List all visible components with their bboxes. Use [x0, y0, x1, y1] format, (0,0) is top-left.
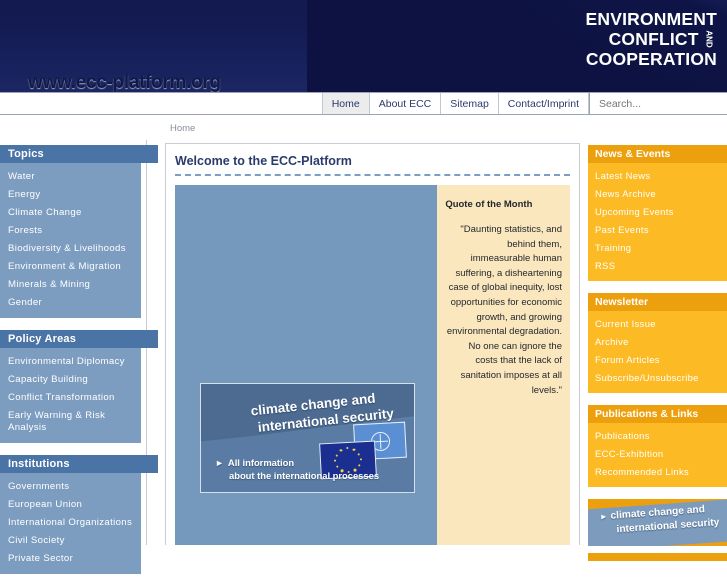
brand-line-environment: ENVIRONMENT: [585, 9, 717, 29]
sidebar-item-subscribe-unsubscribe[interactable]: Subscribe/Unsubscribe: [588, 369, 727, 387]
quote-text: "Daunting statistics, and behind them, i…: [446, 224, 562, 396]
sidebar-item-international-organizations[interactable]: International Organizations: [0, 514, 141, 532]
sidebar-block-news-events: News & Events Latest News News Archive U…: [588, 145, 727, 281]
sidebar-heading-news-events: News & Events: [588, 145, 727, 163]
sidebar-item-water[interactable]: Water: [0, 168, 141, 186]
sidebar-list-topics: Water Energy Climate Change Forests Biod…: [0, 163, 141, 318]
sidebar-heading-topics: Topics: [0, 145, 158, 163]
sidebar-promo-strip-next[interactable]: [588, 553, 727, 561]
right-sidebar: News & Events Latest News News Archive U…: [588, 145, 727, 561]
sidebar-item-news-archive[interactable]: News Archive: [588, 185, 727, 203]
nav-item-about-ecc[interactable]: About ECC: [369, 93, 442, 114]
page-title: Welcome to the ECC-Platform: [175, 154, 352, 168]
sidebar-block-institutions: Institutions Governments European Union …: [0, 455, 160, 574]
sidebar-block-publications-links: Publications & Links Publications ECC-Ex…: [588, 405, 727, 487]
sidebar-list-news-events: Latest News News Archive Upcoming Events…: [588, 163, 727, 281]
left-sidebar: Topics Water Energy Climate Change Fores…: [0, 145, 160, 586]
sidebar-item-gender[interactable]: Gender: [0, 294, 141, 312]
sidebar-item-environmental-diplomacy[interactable]: Environmental Diplomacy: [0, 353, 141, 371]
sidebar-item-archive[interactable]: Archive: [588, 333, 727, 351]
sidebar-heading-newsletter: Newsletter: [588, 293, 727, 311]
sidebar-block-policy-areas: Policy Areas Environmental Diplomacy Cap…: [0, 330, 160, 443]
brand-line-cooperation: COOPERATION: [585, 49, 717, 69]
quote-of-the-month-box: Quote of the Month "Daunting statistics,…: [437, 185, 570, 545]
sidebar-item-biodiversity-livelihoods[interactable]: Biodiversity & Livelihoods: [0, 240, 141, 258]
sidebar-item-ecc-exhibition[interactable]: ECC-Exhibition: [588, 445, 727, 463]
sidebar-item-current-issue[interactable]: Current Issue: [588, 315, 727, 333]
main-columns: climate change and international securit…: [175, 185, 570, 545]
sidebar-item-past-events[interactable]: Past Events: [588, 221, 727, 239]
sidebar-item-recommended-links[interactable]: Recommended Links: [588, 463, 727, 481]
main-content-panel: Welcome to the ECC-Platform climate chan…: [165, 143, 580, 545]
breadcrumb-item-home[interactable]: Home: [170, 123, 195, 134]
nav-item-home[interactable]: Home: [322, 93, 370, 114]
sidebar-item-private-sector[interactable]: Private Sector: [0, 550, 141, 568]
nav-item-contact-imprint[interactable]: Contact/Imprint: [498, 93, 589, 114]
sidebar-item-forum-articles[interactable]: Forum Articles: [588, 351, 727, 369]
sidebar-item-forests[interactable]: Forests: [0, 222, 141, 240]
sidebar-item-rss[interactable]: RSS: [588, 257, 727, 275]
sidebar-item-conflict-transformation[interactable]: Conflict Transformation: [0, 389, 141, 407]
sidebar-item-training[interactable]: Training: [588, 239, 727, 257]
promo-arrow-icon: ►: [215, 458, 224, 468]
nav-spacer: [0, 93, 323, 114]
sidebar-heading-publications-links: Publications & Links: [588, 405, 727, 423]
title-divider: [175, 174, 570, 176]
sidebar-promo-arrow-icon: ►: [599, 511, 608, 522]
sidebar-item-civil-society[interactable]: Civil Society: [0, 532, 141, 550]
nav-item-sitemap[interactable]: Sitemap: [441, 93, 499, 114]
sidebar-promo-climate-security[interactable]: ► climate change and international securi…: [588, 499, 727, 546]
sidebar-item-environment-migration[interactable]: Environment & Migration: [0, 258, 141, 276]
sidebar-item-early-warning-risk-analysis[interactable]: Early Warning & Risk Analysis: [0, 407, 141, 437]
sidebar-item-publications[interactable]: Publications: [588, 427, 727, 445]
sidebar-heading-policy-areas: Policy Areas: [0, 330, 158, 348]
search-input[interactable]: [597, 96, 722, 111]
breadcrumb[interactable]: Home: [170, 123, 195, 134]
sidebar-list-publications-links: Publications ECC-Exhibition Recommended …: [588, 423, 727, 487]
sidebar-item-latest-news[interactable]: Latest News: [588, 167, 727, 185]
brand-line-conflict: CONFLICT AND: [608, 29, 714, 49]
promo-cta-line1: All information: [227, 457, 295, 468]
site-url-text: www.ecc-platform.org: [28, 72, 221, 92]
main-feature-column: climate change and international securit…: [175, 185, 438, 545]
sidebar-item-climate-change[interactable]: Climate Change: [0, 204, 141, 222]
top-navigation-bar: Home About ECC Sitemap Contact/Imprint: [0, 92, 727, 115]
sidebar-item-european-union[interactable]: European Union: [0, 496, 141, 514]
sidebar-list-policy-areas: Environmental Diplomacy Capacity Buildin…: [0, 348, 141, 443]
sidebar-list-newsletter: Current Issue Archive Forum Articles Sub…: [588, 311, 727, 393]
sidebar-heading-institutions: Institutions: [0, 455, 158, 473]
sidebar-item-minerals-mining[interactable]: Minerals & Mining: [0, 276, 141, 294]
promo-banner-cta[interactable]: ► All information about the international…: [215, 457, 379, 482]
brand-logo: ENVIRONMENT CONFLICT AND COOPERATION: [585, 9, 717, 69]
site-header-banner: www.ecc-platform.org ENVIRONMENT CONFLIC…: [0, 0, 727, 92]
promo-banner-climate-security[interactable]: climate change and international securit…: [200, 383, 415, 493]
sidebar-block-newsletter: Newsletter Current Issue Archive Forum A…: [588, 293, 727, 393]
sidebar-item-capacity-building[interactable]: Capacity Building: [0, 371, 141, 389]
sidebar-item-energy[interactable]: Energy: [0, 186, 141, 204]
sidebar-list-institutions: Governments European Union International…: [0, 473, 141, 574]
quote-title: Quote of the Month: [445, 199, 533, 210]
sidebar-item-governments[interactable]: Governments: [0, 478, 141, 496]
promo-cta-line2: about the international processes: [229, 469, 380, 481]
search-container: [589, 93, 727, 114]
sidebar-item-upcoming-events[interactable]: Upcoming Events: [588, 203, 727, 221]
brand-and-text: AND: [704, 30, 714, 49]
sidebar-block-topics: Topics Water Energy Climate Change Fores…: [0, 145, 160, 318]
